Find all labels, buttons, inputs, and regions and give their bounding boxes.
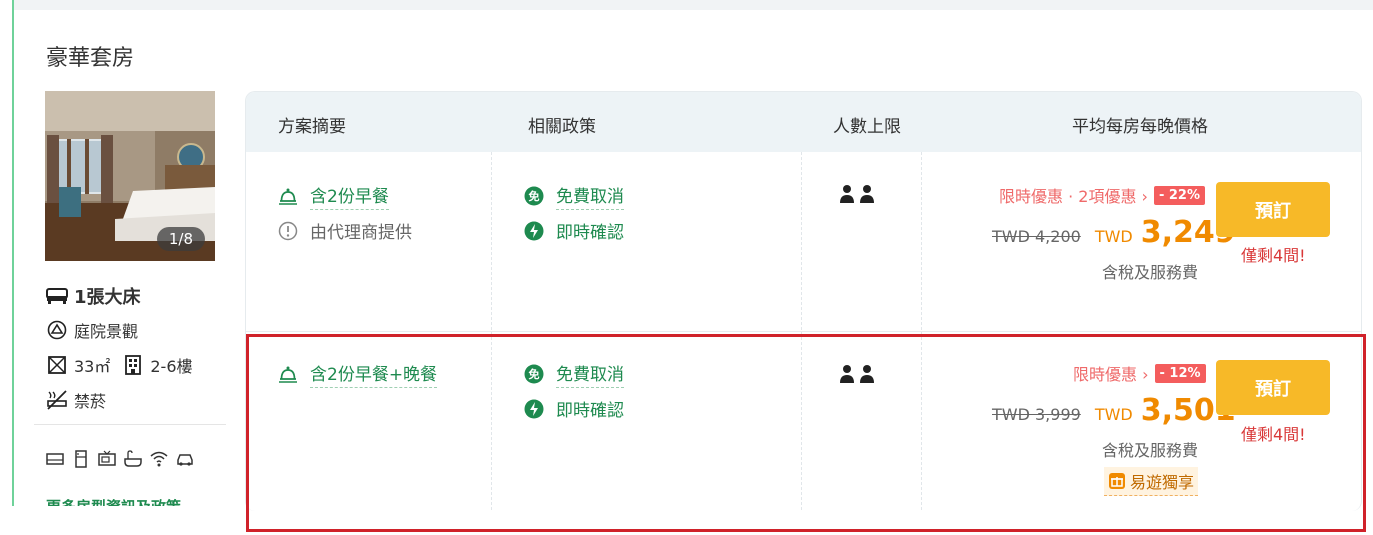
rate-table-header: 方案摘要 相關政策 人數上限 平均每房每晚價格 [246, 92, 1361, 152]
row1-provider: 由代理商提供 [278, 218, 412, 243]
microwave-icon [98, 450, 116, 468]
bed-icon [46, 285, 68, 307]
header-plan: 方案摘要 [278, 117, 346, 137]
smoking-label: 禁菸 [74, 392, 107, 411]
row1-meal: 含2份早餐 [278, 182, 389, 210]
row1-guests [839, 184, 875, 204]
row1-confirm: 即時確認 [524, 218, 624, 243]
header-price: 平均每房每晚價格 [1072, 117, 1208, 137]
row1-original-price: TWD 4,200 [992, 227, 1081, 246]
row1-deal[interactable]: 限時優惠 · 2項優惠 › - 22% [999, 183, 1205, 207]
size-info: 33㎡ 2-6樓 [46, 353, 193, 377]
room-photo[interactable]: 1/8 [45, 91, 215, 261]
info-icon [278, 221, 298, 241]
room-size-label: 33㎡ [74, 357, 111, 376]
fridge-icon [72, 450, 90, 468]
tv-icon [46, 450, 64, 468]
person-icon [840, 185, 854, 203]
row1-rooms-left: 僅剩4間! [1241, 246, 1306, 265]
view-label: 庭院景觀 [74, 322, 139, 341]
person-icon [860, 185, 874, 203]
bathtub-icon [124, 450, 142, 468]
smoking-info: 禁菸 [46, 388, 106, 412]
bed-label: 1張大床 [74, 287, 141, 308]
photo-counter: 1/8 [156, 227, 205, 251]
row-divider [246, 331, 1361, 332]
svg-text:免: 免 [529, 189, 540, 203]
free-cancel-icon: 免 [524, 186, 544, 206]
row1-provider-label: 由代理商提供 [310, 223, 412, 243]
row1-cancel-label[interactable]: 免費取消 [556, 182, 624, 210]
row1-currency: TWD [1094, 227, 1133, 246]
row1-meal-label[interactable]: 含2份早餐 [310, 182, 389, 210]
highlight-box [246, 334, 1366, 532]
row1-confirm-label: 即時確認 [556, 223, 624, 243]
floors-label: 2-6樓 [150, 357, 193, 376]
row1-tax-note: 含稅及服務費 [1102, 263, 1199, 282]
cloche-icon [278, 186, 298, 206]
view-info: 庭院景觀 [46, 318, 138, 342]
row1-cancel: 免 免費取消 [524, 182, 624, 210]
row1-discount-badge: - 22% [1153, 185, 1205, 205]
building-icon [122, 354, 144, 376]
more-room-info-link[interactable]: 更多房型資訊及政策 [46, 496, 181, 506]
room-title: 豪華套房 [46, 46, 135, 71]
no-smoking-icon [46, 389, 68, 411]
row1-price: TWD 4,200 TWD 3,249 [992, 215, 1236, 250]
bed-info: 1張大床 [46, 283, 141, 309]
top-divider [14, 0, 1373, 10]
view-icon [46, 319, 68, 341]
row1-book-button[interactable]: 預訂 [1216, 182, 1330, 237]
left-accent-line [12, 0, 14, 506]
left-divider [34, 424, 226, 425]
room-offer-page: 豪華套房 1/8 1張大床 庭院景觀 33㎡ 2-6樓 禁菸 方案摘要 相關政策… [0, 0, 1373, 535]
instant-confirm-icon [524, 221, 544, 241]
room-size-icon [46, 354, 68, 376]
wifi-icon [150, 450, 168, 468]
row1-deal-label: 限時優惠 · 2項優惠 › [999, 187, 1148, 206]
car-icon [176, 450, 194, 468]
header-policy: 相關政策 [528, 117, 596, 137]
amenity-icons [46, 450, 194, 468]
header-max-guests: 人數上限 [833, 117, 901, 137]
